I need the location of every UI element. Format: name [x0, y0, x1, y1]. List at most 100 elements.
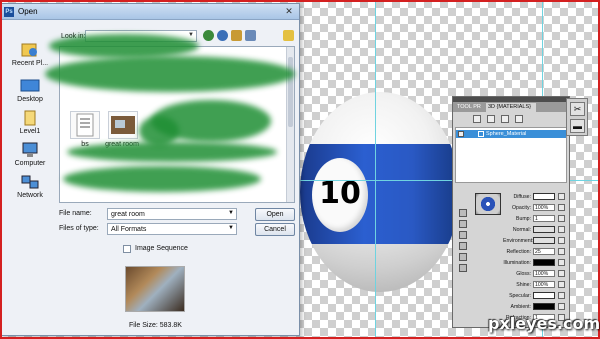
file-name-label: File name: — [59, 210, 92, 217]
material-property: Opacity: 100% — [503, 204, 567, 212]
image-sequence-checkbox[interactable] — [123, 245, 131, 253]
material-property: Ambient: — [503, 303, 567, 311]
texture-menu-icon[interactable] — [558, 259, 565, 266]
property-color-swatch[interactable] — [533, 303, 555, 310]
property-value-field[interactable]: 1 — [533, 215, 555, 222]
material-property: Gloss: 100% — [503, 270, 567, 278]
place-desktop[interactable]: Desktop — [5, 78, 55, 103]
computer-icon — [22, 142, 38, 157]
panel-filter-toolbar — [453, 113, 569, 125]
property-value-field[interactable]: 100% — [533, 281, 555, 288]
place-computer[interactable]: Computer — [5, 142, 55, 167]
property-color-swatch[interactable] — [533, 193, 555, 200]
texture-menu-icon[interactable] — [558, 204, 565, 211]
cancel-button[interactable]: Cancel — [255, 223, 295, 236]
up-folder-icon[interactable] — [231, 30, 242, 41]
files-of-type-label: Files of type: — [59, 225, 99, 232]
document-thumbnail-icon — [76, 113, 94, 137]
texture-icon[interactable] — [459, 231, 467, 239]
texture-menu-icon[interactable] — [558, 237, 565, 244]
property-value-field[interactable]: 25 — [533, 248, 555, 255]
place-network[interactable]: Network — [5, 174, 55, 199]
redaction-scribble — [67, 142, 277, 162]
material-property: Environment: — [503, 237, 567, 245]
files-of-type-select[interactable]: All Formats ▼ — [107, 223, 237, 235]
open-dialog: Ps Open ✕ Look in: ▼ Recent Pl... Deskto… — [0, 3, 300, 336]
material-property: Diffuse: — [503, 193, 567, 201]
redaction-scribble — [45, 56, 295, 92]
file-name-value: great room — [111, 211, 145, 218]
materials-panel: TOOL PR 3D {MATERIALS} Sphere_Material D… — [452, 96, 570, 328]
property-label: Environment: — [503, 238, 534, 244]
views-icon[interactable] — [245, 30, 256, 41]
chevron-down-icon: ▼ — [228, 210, 234, 216]
texture-menu-icon[interactable] — [558, 281, 565, 288]
files-of-type-value: All Formats — [111, 226, 147, 233]
place-level1[interactable]: Level1 — [5, 110, 55, 135]
light-icon[interactable] — [459, 242, 467, 250]
new-folder-icon[interactable] — [283, 30, 294, 41]
vertical-guide[interactable] — [375, 0, 376, 339]
property-value-field[interactable]: 100% — [533, 204, 555, 211]
desktop-icon — [20, 79, 40, 92]
material-property: Shine: 100% — [503, 281, 567, 289]
property-color-swatch[interactable] — [533, 292, 555, 299]
watermark: pxleyes.com — [488, 314, 600, 333]
property-label: Gloss: — [516, 271, 531, 277]
file-name-field[interactable]: great room ▼ — [107, 208, 237, 220]
material-select-icon[interactable] — [459, 220, 467, 228]
texture-menu-icon[interactable] — [558, 226, 565, 233]
texture-menu-icon[interactable] — [558, 248, 565, 255]
redaction-scribble — [63, 166, 261, 192]
property-color-swatch[interactable] — [533, 226, 555, 233]
open-button[interactable]: Open — [255, 208, 295, 221]
material-preview-icon[interactable] — [475, 193, 501, 215]
property-label: Specular: — [509, 293, 531, 299]
visibility-eye-icon[interactable] — [458, 131, 464, 137]
texture-menu-icon[interactable] — [558, 270, 565, 277]
ball-number: 10 — [319, 176, 361, 211]
place-recent[interactable]: Recent Pl... — [5, 42, 55, 67]
web-icon[interactable] — [217, 30, 228, 41]
property-color-swatch[interactable] — [533, 237, 555, 244]
file-item-great-room[interactable] — [108, 111, 138, 139]
material-tools — [459, 209, 471, 279]
property-label: Illumination: — [503, 260, 531, 266]
property-label: Normal: — [512, 227, 531, 233]
dialog-titlebar[interactable]: Ps Open ✕ — [1, 4, 299, 20]
property-color-swatch[interactable] — [533, 259, 555, 266]
material-drop-icon[interactable] — [459, 209, 467, 217]
material-property: Reflection: 25 — [503, 248, 567, 256]
back-icon[interactable] — [203, 30, 214, 41]
texture-menu-icon[interactable] — [558, 215, 565, 222]
tools-icon[interactable]: ✂ — [570, 102, 585, 116]
camera-icon[interactable] — [459, 253, 467, 261]
material-property: Normal: — [503, 226, 567, 234]
tab-3d-materials[interactable]: 3D {MATERIALS} — [486, 103, 536, 112]
file-item-bs[interactable] — [70, 111, 100, 139]
material-list[interactable]: Sphere_Material — [455, 127, 567, 183]
property-label: Reflection: — [506, 249, 531, 255]
texture-menu-icon[interactable] — [558, 303, 565, 310]
property-label: Opacity: — [511, 205, 531, 211]
image-thumbnail-icon — [111, 116, 135, 134]
property-label: Ambient: — [510, 304, 531, 310]
lights-filter-icon[interactable] — [515, 115, 523, 123]
mesh-filter-icon[interactable] — [487, 115, 495, 123]
panel-icon[interactable]: ▬ — [570, 119, 585, 133]
render-icon[interactable] — [459, 264, 467, 272]
chevron-down-icon: ▼ — [228, 225, 234, 231]
texture-menu-icon[interactable] — [558, 292, 565, 299]
library-icon — [24, 110, 36, 126]
material-row[interactable]: Sphere_Material — [456, 130, 566, 138]
property-label: Shine: — [516, 282, 531, 288]
tab-tool-presets[interactable]: TOOL PR — [455, 103, 485, 112]
property-value-field[interactable]: 100% — [533, 270, 555, 277]
property-label: Diffuse: — [513, 194, 532, 200]
materials-filter-icon[interactable] — [501, 115, 509, 123]
texture-menu-icon[interactable] — [558, 193, 565, 200]
scene-filter-icon[interactable] — [473, 115, 481, 123]
material-name: Sphere_Material — [486, 131, 527, 137]
close-icon[interactable]: ✕ — [283, 6, 295, 17]
material-property: Illumination: — [503, 259, 567, 267]
